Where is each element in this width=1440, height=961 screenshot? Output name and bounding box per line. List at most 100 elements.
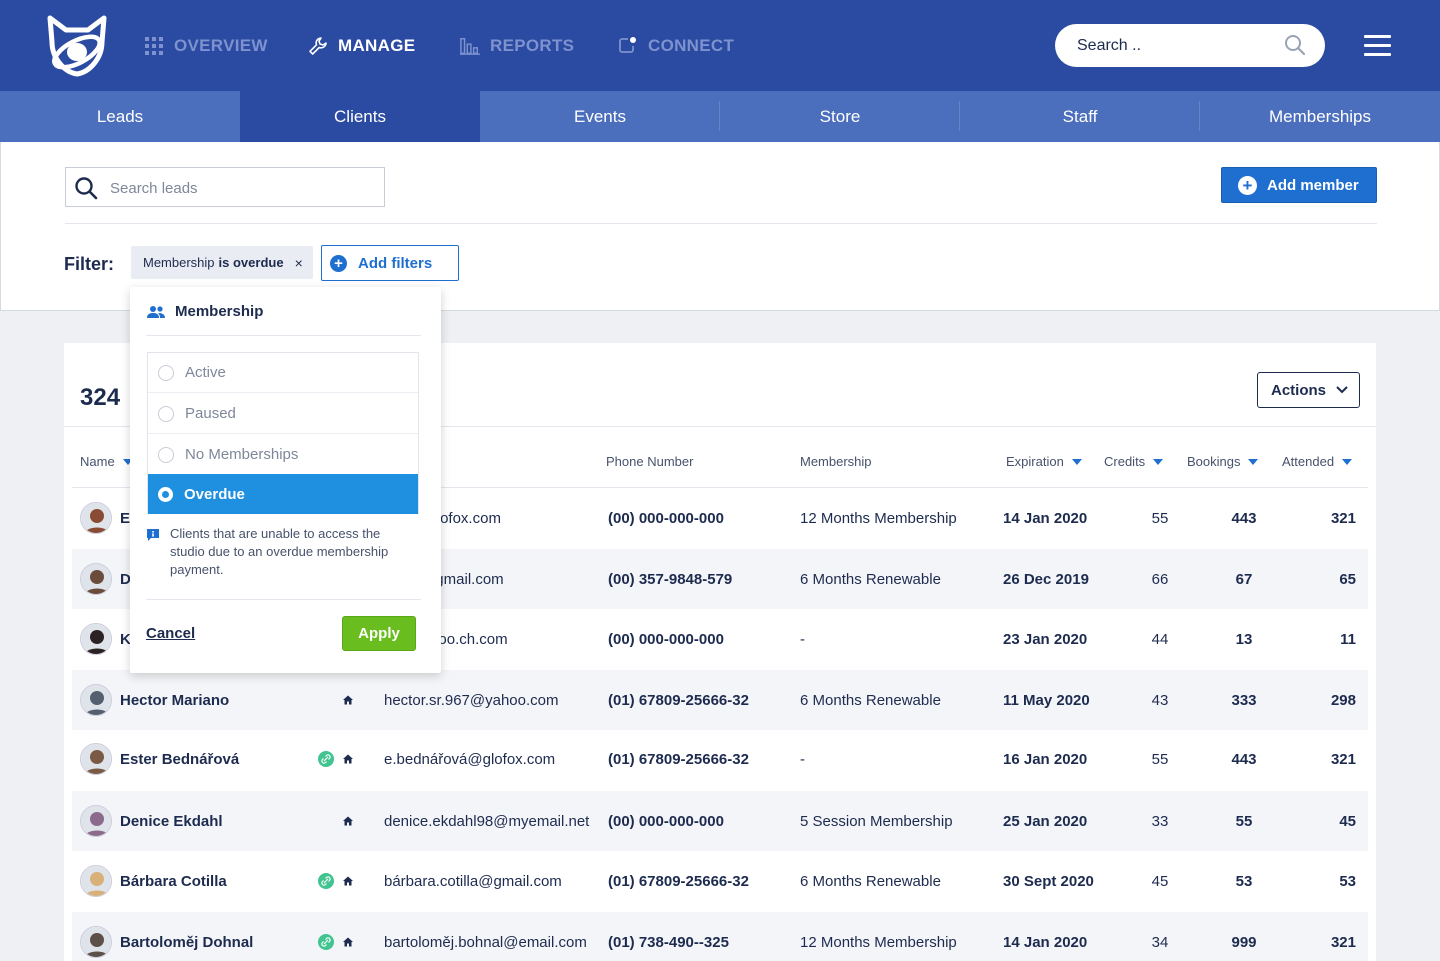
link-tag-icon (318, 851, 334, 911)
client-credits: 55 (1151, 509, 1169, 527)
avatar[interactable] (80, 865, 112, 897)
apply-button[interactable]: Apply (342, 616, 416, 651)
nav-overview-label: OVERVIEW (174, 35, 268, 55)
client-expiration: 25 Jan 2020 (1003, 812, 1088, 830)
client-name[interactable]: Hector Mariano (120, 670, 229, 730)
client-credits: 43 (1151, 691, 1169, 709)
option-description: Clients that are unable to access the st… (146, 525, 416, 579)
table-row[interactable]: Denice Ekdahl denice.ekdahl98@myemail.net… (72, 791, 1368, 851)
column-header-expiration[interactable]: Expiration (1006, 454, 1082, 469)
option-active[interactable]: Active (148, 353, 418, 393)
nav-connect[interactable]: CONNECT (618, 0, 734, 91)
client-name[interactable]: E (120, 488, 130, 548)
avatar[interactable] (80, 623, 112, 655)
search-icon[interactable] (1284, 34, 1306, 56)
client-name[interactable]: Bartoloměj Dohnal (120, 912, 253, 961)
client-credits: 66 (1151, 570, 1169, 588)
client-phone: (00) 000-000-000 (608, 509, 724, 527)
column-header-bookings[interactable]: Bookings (1187, 454, 1259, 469)
wrench-icon (308, 36, 328, 56)
client-email: denice.ekdahl98@myemail.net (384, 812, 590, 830)
client-name[interactable]: Ester Bednářová (120, 729, 239, 789)
home-icon (342, 791, 354, 851)
client-email: hector.sr.967@yahoo.com (384, 691, 559, 709)
close-icon[interactable]: × (295, 255, 303, 271)
divider (146, 335, 421, 336)
membership-filter-dropdown: Membership Active Paused No Memberships … (130, 287, 441, 673)
option-no-memberships[interactable]: No Memberships (148, 435, 418, 475)
tab-clients[interactable]: Clients (240, 91, 480, 142)
client-credits: 33 (1151, 812, 1169, 830)
avatar[interactable] (80, 502, 112, 534)
client-credits: 55 (1151, 750, 1169, 768)
column-header-attended[interactable]: Attended (1282, 454, 1353, 469)
nav-manage[interactable]: MANAGE (308, 0, 415, 91)
client-membership: - (800, 630, 805, 648)
client-phone: (00) 000-000-000 (608, 812, 724, 830)
table-row[interactable]: Hector Mariano hector.sr.967@yahoo.com (01… (72, 670, 1368, 730)
avatar[interactable] (80, 926, 112, 958)
tab-memberships[interactable]: Memberships (1200, 91, 1440, 142)
glofox-logo-icon[interactable] (44, 14, 110, 78)
nav-overview[interactable]: OVERVIEW (144, 0, 268, 91)
tab-store[interactable]: Store (720, 91, 960, 142)
add-member-button[interactable]: + Add member (1221, 167, 1377, 203)
actions-dropdown[interactable]: Actions (1257, 372, 1360, 408)
tab-leads[interactable]: Leads (0, 91, 240, 142)
table-row[interactable]: Bárbara Cotilla bárbara.cotilla@gmail.com… (72, 851, 1368, 911)
column-header-credits[interactable]: Credits (1104, 454, 1164, 469)
lead-search-input[interactable] (110, 177, 370, 199)
chat-icon (618, 36, 638, 56)
client-email: bárbara.cotilla@gmail.com (384, 872, 562, 890)
filter-chip[interactable]: Membership is overdue × (131, 246, 313, 279)
avatar[interactable] (80, 563, 112, 595)
client-phone: (00) 357-9848-579 (608, 570, 733, 588)
client-membership: 6 Months Renewable (800, 872, 941, 890)
option-overdue[interactable]: Overdue (148, 474, 418, 514)
option-paused[interactable]: Paused (148, 394, 418, 434)
table-row[interactable]: Ester Bednářová e.bednářová@glofox.com (01… (72, 729, 1368, 789)
nav-reports[interactable]: REPORTS (460, 0, 574, 91)
client-attended: 321 (1330, 750, 1356, 768)
client-membership: 6 Months Renewable (800, 570, 941, 588)
tab-events[interactable]: Events (480, 91, 720, 142)
client-name[interactable]: Bárbara Cotilla (120, 851, 227, 911)
cancel-button[interactable]: Cancel (146, 625, 195, 642)
nav-manage-label: MANAGE (338, 35, 416, 55)
client-attended: 298 (1330, 691, 1356, 709)
column-header-phone: Phone Number (606, 454, 694, 469)
top-bar: OVERVIEW MANAGE REPORTS CONNECT (0, 0, 1440, 91)
tab-staff[interactable]: Staff (960, 91, 1200, 142)
client-phone: (01) 67809-25666-32 (608, 691, 749, 709)
global-search-input[interactable] (1077, 34, 1277, 58)
client-name[interactable]: Denice Ekdahl (120, 791, 223, 851)
client-membership: 5 Session Membership (800, 812, 953, 830)
client-expiration: 23 Jan 2020 (1003, 630, 1088, 648)
plus-icon: + (330, 254, 347, 272)
client-bookings: 443 (1231, 750, 1257, 768)
menu-icon[interactable] (1364, 35, 1392, 57)
client-bookings: 13 (1235, 630, 1253, 648)
sort-caret-icon (1153, 458, 1164, 465)
radio-button[interactable] (158, 486, 173, 502)
radio-button[interactable] (158, 364, 174, 381)
users-icon (147, 305, 165, 318)
radio-button[interactable] (158, 405, 174, 422)
client-bookings: 53 (1235, 872, 1253, 890)
radio-button[interactable] (158, 446, 174, 463)
client-attended: 321 (1330, 509, 1356, 527)
lead-search (65, 167, 385, 207)
column-header-name[interactable]: Name (80, 454, 133, 469)
avatar[interactable] (80, 743, 112, 775)
grid-icon (144, 36, 164, 56)
sort-caret-icon (1248, 458, 1259, 465)
avatar[interactable] (80, 805, 112, 837)
avatar[interactable] (80, 684, 112, 716)
add-filters-button[interactable]: + Add filters (321, 245, 459, 281)
nav-connect-label: CONNECT (648, 35, 735, 55)
info-message-icon (147, 529, 159, 541)
divider (65, 223, 1377, 224)
client-attended: 321 (1330, 933, 1356, 951)
table-row[interactable]: Bartoloměj Dohnal bartoloměj.bohnal@email… (72, 912, 1368, 961)
global-search (1055, 24, 1325, 67)
